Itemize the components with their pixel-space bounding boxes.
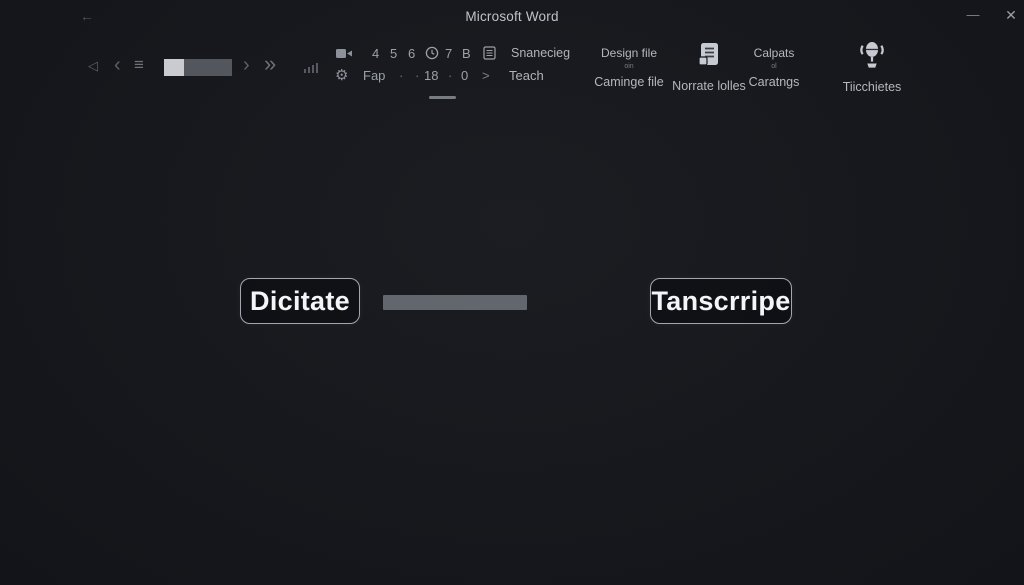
video-camera-icon[interactable]: [336, 47, 353, 65]
toolbar-number-7[interactable]: 7: [445, 46, 452, 61]
title-bar: ← Microsoft Word — ✕: [0, 0, 1024, 34]
group-label-bottom: Caminge file: [583, 75, 675, 89]
double-chevron-right-icon[interactable]: »: [264, 53, 276, 75]
notes-grid-icon[interactable]: [483, 46, 496, 65]
toolbar-number-0[interactable]: 0: [461, 68, 468, 83]
font-size-value[interactable]: 18: [424, 68, 438, 83]
group-label-top: Design file: [583, 46, 675, 60]
chevron-right-icon[interactable]: ›: [243, 55, 250, 75]
dictate-button[interactable]: Dicitate: [240, 278, 360, 324]
menu-icon[interactable]: ≡: [134, 56, 144, 73]
toolbar-number-4[interactable]: 4: [372, 46, 379, 61]
minimize-button[interactable]: —: [961, 4, 985, 26]
microphone-icon: [858, 40, 886, 77]
clock-icon[interactable]: [425, 46, 439, 65]
caret-right-icon[interactable]: >: [482, 68, 490, 83]
toolbar-number-6[interactable]: 6: [408, 46, 415, 61]
ribbon-group-dictate-mic[interactable]: Tiicchietes: [836, 40, 908, 94]
gear-icon[interactable]: ⚙: [335, 66, 348, 84]
separator-dot: ·: [399, 68, 403, 83]
slider-thumb[interactable]: [164, 59, 184, 76]
toolbar-label-teach[interactable]: Teach: [509, 68, 544, 83]
separator-dot: ·: [448, 68, 452, 83]
ribbon-group-design-file[interactable]: Design file oin Caminge file: [583, 46, 675, 89]
group-label-bottom: Tiicchietes: [836, 80, 908, 94]
group-label-bottom: Caratngs: [740, 75, 808, 89]
bold-button[interactable]: B: [462, 46, 471, 61]
group-label-mid: oin: [583, 63, 675, 70]
close-button[interactable]: ✕: [999, 4, 1023, 26]
toolbar-label-fap[interactable]: Fap: [363, 68, 385, 83]
chevron-left-icon[interactable]: ‹: [114, 55, 121, 75]
toolbar-label-snanecieg[interactable]: Snanecieg: [511, 46, 570, 60]
word-window: ← Microsoft Word — ✕ ◁ ‹ ≡ › »: [0, 0, 1024, 585]
group-label-top: Calpats: [740, 46, 808, 60]
transcribe-button[interactable]: Tanscrripe: [650, 278, 792, 324]
document-icon: [696, 42, 722, 75]
toolbar-number-5[interactable]: 5: [390, 46, 397, 61]
audio-levels-icon[interactable]: [304, 61, 320, 79]
separator-dot: ·: [415, 68, 419, 83]
window-title: Microsoft Word: [0, 9, 1024, 24]
progress-bar: [383, 295, 527, 310]
group-label-mid: ol: [740, 63, 808, 70]
toolbar-slider[interactable]: [164, 59, 232, 76]
previous-triangle-icon[interactable]: ◁: [88, 59, 98, 72]
ribbon-group-captions[interactable]: Calpats ol Caratngs: [740, 46, 808, 89]
active-tab-indicator: [429, 96, 456, 99]
